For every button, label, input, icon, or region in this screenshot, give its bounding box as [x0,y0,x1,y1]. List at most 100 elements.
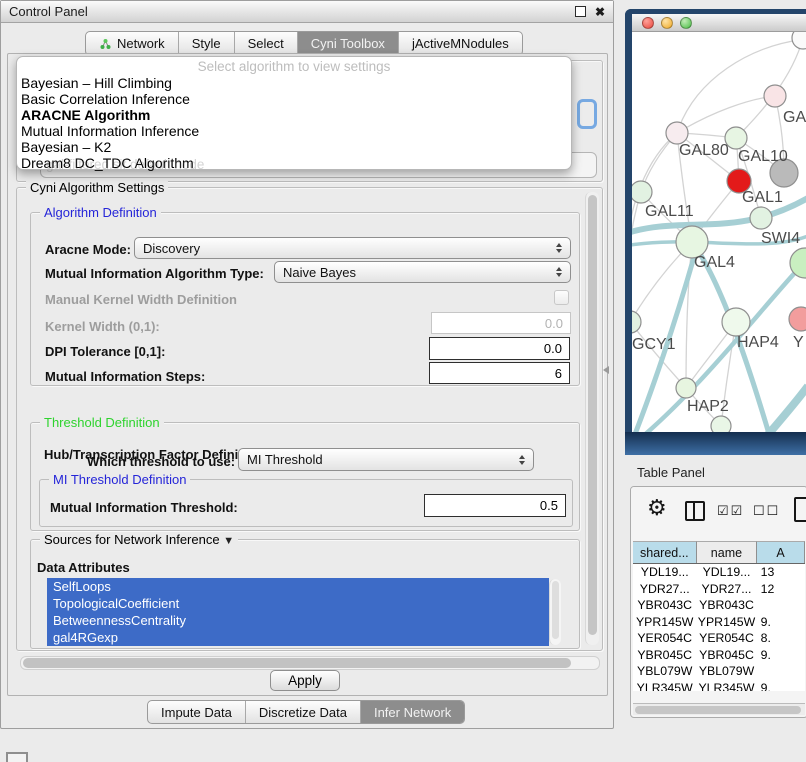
attribute-item[interactable]: TopologicalCoefficient [47,595,549,612]
attributes-scrollbar[interactable] [549,579,561,645]
network-edge[interactable] [677,96,775,133]
node-label: Y [793,334,804,351]
dpi-tolerance-field[interactable]: 0.0 [429,337,570,360]
network-canvas[interactable]: GALGAL80GAL10GAL1GAL11SWI4GAL4GCY1HAP4YH… [632,32,806,432]
close-traffic-light-icon[interactable] [642,17,654,29]
algorithm-option[interactable]: Mutual Information Inference [17,123,571,139]
network-node[interactable] [764,85,786,107]
node-label: HAP4 [737,334,779,351]
table-row[interactable]: YBL079WYBL079W [633,663,805,680]
table-cell: YDR27... [696,581,756,598]
mi-steps-value: 6 [555,366,562,381]
threshold-definition-title: Threshold Definition [40,415,164,430]
table-row[interactable]: YLR345WYLR345W9. [633,680,805,692]
mi-threshold-field[interactable]: 0.5 [424,494,566,517]
table-cell: YPR145W [633,614,696,631]
kernel-width-field[interactable]: 0.0 [431,312,571,334]
algorithm-option[interactable]: Bayesian – K2 [17,139,571,155]
tab-infer-network[interactable]: Infer Network [361,701,464,723]
network-window-titlebar[interactable] [632,14,806,32]
tab-discretize-data[interactable]: Discretize Data [246,701,361,723]
attribute-item[interactable]: gal4RGexp [47,629,549,646]
network-node[interactable] [676,378,696,398]
node-label: GAL80 [679,142,729,159]
dpi-tolerance-label: DPI Tolerance [0,1]: [45,344,165,359]
minimize-traffic-light-icon[interactable] [661,17,673,29]
manual-kernel-checkbox[interactable] [554,290,569,305]
mi-threshold-title: MI Threshold Definition [49,472,190,487]
table-row[interactable]: YBR045CYBR045C9. [633,647,805,664]
network-node[interactable] [750,207,772,229]
algorithm-option[interactable]: Bayesian – Hill Climbing [17,75,571,91]
threshold-definition-groupbox: Threshold Definition Which threshold to … [30,422,580,531]
tab-style[interactable]: Style [179,32,235,55]
gear-icon[interactable]: ⚙ [647,497,667,519]
network-node[interactable] [632,181,652,203]
focused-combo-fragment[interactable] [577,99,597,129]
panel-divider-arrow-icon[interactable] [603,366,609,374]
table-row[interactable]: YER054CYER054C8. [633,630,805,647]
network-edge[interactable] [632,192,641,322]
mi-type-combo[interactable]: Naive Bayes [274,261,571,283]
aracne-mode-label: Aracne Mode: [45,242,131,257]
algorithm-option[interactable]: Basic Correlation Inference [17,91,571,107]
network-node[interactable] [792,32,806,49]
table-cell: YBL079W [633,663,696,680]
checked-columns-icon[interactable]: ☑☑ [717,503,744,519]
column-header-shared[interactable]: shared... [633,541,697,563]
table-row[interactable]: YPR145WYPR145W9. [633,614,805,631]
table-rows: YDL19...YDL19...13YDR27...YDR27...12YBR0… [633,564,805,691]
close-icon[interactable]: ✖ [595,6,605,18]
node-label: GCY1 [632,336,676,353]
sources-title-text: Sources for Network Inference [44,532,220,547]
network-node[interactable] [722,308,750,336]
table-cell: 13 [757,564,805,581]
which-threshold-combo[interactable]: MI Threshold [238,448,534,471]
mi-type-value: Naive Bayes [283,265,356,280]
stepper-arrows-icon [519,455,525,465]
network-node[interactable] [666,122,688,144]
network-node[interactable] [711,416,731,432]
tab-jactivemnodules[interactable]: jActiveMNodules [399,32,522,55]
tab-impute-data[interactable]: Impute Data [148,701,246,723]
tab-network[interactable]: Network [86,32,179,55]
table-cell: 8. [757,630,805,647]
aracne-mode-combo[interactable]: Discovery [134,237,571,259]
split-view-icon[interactable] [685,501,705,521]
which-threshold-value: MI Threshold [247,452,323,467]
table-cell: YDR27... [633,581,696,598]
mi-threshold-value: 0.5 [540,498,558,513]
network-node[interactable] [632,311,641,333]
document-icon[interactable] [794,497,806,522]
column-header-A[interactable]: A [757,541,805,563]
table-horizontal-scrollbar[interactable] [633,703,805,715]
column-header-name[interactable]: name [697,541,758,563]
apply-button[interactable]: Apply [270,670,340,691]
mi-steps-field[interactable]: 6 [429,362,570,384]
table-cell [757,597,805,614]
float-window-icon[interactable] [575,6,586,17]
network-edge[interactable] [632,322,686,388]
unchecked-columns-icon[interactable]: ☐☐ [753,503,780,519]
settings-horizontal-scrollbar[interactable] [20,656,600,670]
settings-vertical-scrollbar[interactable] [585,192,599,645]
table-row[interactable]: YDL19...YDL19...13 [633,564,805,581]
table-cell: 12 [757,581,805,598]
tab-select[interactable]: Select [235,32,298,55]
table-cell: YDL19... [633,564,696,581]
sources-title[interactable]: Sources for Network Inference ▼ [40,532,238,547]
tab-label: Style [192,36,221,51]
tab-label: Impute Data [161,705,232,720]
dock-panel-icon[interactable] [6,752,28,762]
attribute-item[interactable]: BetweennessCentrality [47,612,549,629]
attribute-item[interactable]: SelfLoops [47,578,549,595]
node-label: GAL10 [738,148,788,165]
window-title: Control Panel [9,4,88,19]
zoom-traffic-light-icon[interactable] [680,17,692,29]
tab-cyni-toolbox[interactable]: Cyni Toolbox [298,32,399,55]
node-label: GAL1 [742,189,783,206]
algorithm-option[interactable]: ARACNE Algorithm [17,107,571,123]
table-row[interactable]: YBR043CYBR043C [633,597,805,614]
table-row[interactable]: YDR27...YDR27...12 [633,581,805,598]
network-node[interactable] [789,307,806,331]
